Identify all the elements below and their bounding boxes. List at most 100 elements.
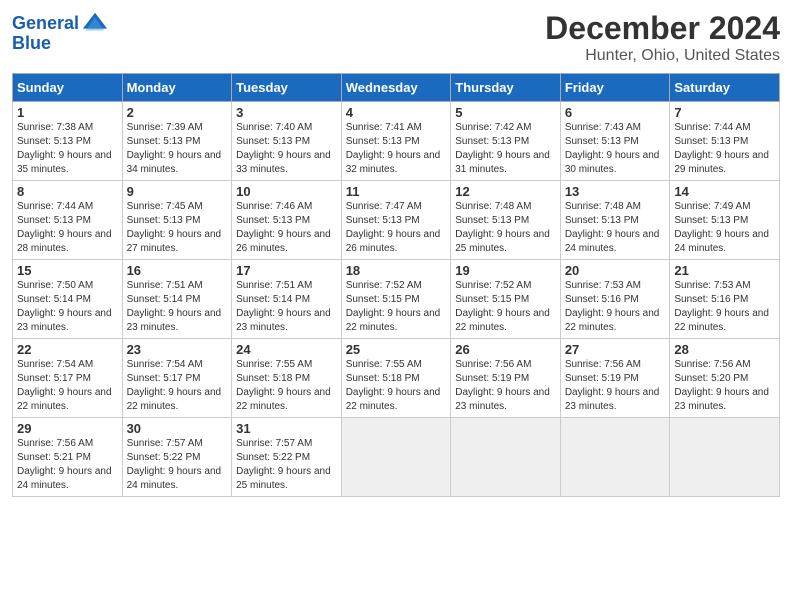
- day-info: Sunrise: 7:48 AM Sunset: 5:13 PM Dayligh…: [565, 200, 666, 256]
- day-number: 24: [236, 342, 337, 357]
- day-number: 4: [346, 105, 447, 120]
- calendar-day: [670, 418, 780, 497]
- calendar-day: 3 Sunrise: 7:40 AM Sunset: 5:13 PM Dayli…: [232, 102, 342, 181]
- day-info: Sunrise: 7:48 AM Sunset: 5:13 PM Dayligh…: [455, 200, 556, 256]
- calendar-day: 1 Sunrise: 7:38 AM Sunset: 5:13 PM Dayli…: [13, 102, 123, 181]
- day-info: Sunrise: 7:55 AM Sunset: 5:18 PM Dayligh…: [236, 358, 337, 414]
- day-info: Sunrise: 7:50 AM Sunset: 5:14 PM Dayligh…: [17, 279, 118, 335]
- day-info: Sunrise: 7:54 AM Sunset: 5:17 PM Dayligh…: [127, 358, 228, 414]
- day-number: 15: [17, 263, 118, 278]
- calendar-day: 12 Sunrise: 7:48 AM Sunset: 5:13 PM Dayl…: [451, 181, 561, 260]
- header-friday: Friday: [560, 74, 670, 102]
- calendar-week-row: 29 Sunrise: 7:56 AM Sunset: 5:21 PM Dayl…: [13, 418, 780, 497]
- logo: General Blue: [12, 10, 109, 54]
- day-number: 26: [455, 342, 556, 357]
- day-info: Sunrise: 7:56 AM Sunset: 5:21 PM Dayligh…: [17, 437, 118, 493]
- day-number: 11: [346, 184, 447, 199]
- calendar-day: 20 Sunrise: 7:53 AM Sunset: 5:16 PM Dayl…: [560, 260, 670, 339]
- calendar-day: 19 Sunrise: 7:52 AM Sunset: 5:15 PM Dayl…: [451, 260, 561, 339]
- calendar-day: 10 Sunrise: 7:46 AM Sunset: 5:13 PM Dayl…: [232, 181, 342, 260]
- month-title: December 2024: [545, 10, 780, 47]
- calendar-day: 31 Sunrise: 7:57 AM Sunset: 5:22 PM Dayl…: [232, 418, 342, 497]
- day-info: Sunrise: 7:42 AM Sunset: 5:13 PM Dayligh…: [455, 121, 556, 177]
- day-number: 30: [127, 421, 228, 436]
- calendar-day: 11 Sunrise: 7:47 AM Sunset: 5:13 PM Dayl…: [341, 181, 451, 260]
- calendar-day: 26 Sunrise: 7:56 AM Sunset: 5:19 PM Dayl…: [451, 339, 561, 418]
- calendar-day: 14 Sunrise: 7:49 AM Sunset: 5:13 PM Dayl…: [670, 181, 780, 260]
- header-tuesday: Tuesday: [232, 74, 342, 102]
- day-number: 7: [674, 105, 775, 120]
- day-info: Sunrise: 7:56 AM Sunset: 5:19 PM Dayligh…: [455, 358, 556, 414]
- title-block: December 2024 Hunter, Ohio, United State…: [545, 10, 780, 65]
- calendar-table: Sunday Monday Tuesday Wednesday Thursday…: [12, 73, 780, 497]
- calendar-day: 28 Sunrise: 7:56 AM Sunset: 5:20 PM Dayl…: [670, 339, 780, 418]
- day-info: Sunrise: 7:56 AM Sunset: 5:19 PM Dayligh…: [565, 358, 666, 414]
- calendar-day: 4 Sunrise: 7:41 AM Sunset: 5:13 PM Dayli…: [341, 102, 451, 181]
- header-wednesday: Wednesday: [341, 74, 451, 102]
- calendar-day: 15 Sunrise: 7:50 AM Sunset: 5:14 PM Dayl…: [13, 260, 123, 339]
- day-number: 28: [674, 342, 775, 357]
- calendar-week-row: 15 Sunrise: 7:50 AM Sunset: 5:14 PM Dayl…: [13, 260, 780, 339]
- calendar-day: 8 Sunrise: 7:44 AM Sunset: 5:13 PM Dayli…: [13, 181, 123, 260]
- day-number: 20: [565, 263, 666, 278]
- calendar-day: 24 Sunrise: 7:55 AM Sunset: 5:18 PM Dayl…: [232, 339, 342, 418]
- location-title: Hunter, Ohio, United States: [545, 47, 780, 65]
- header: General Blue December 2024 Hunter, Ohio,…: [12, 10, 780, 65]
- day-info: Sunrise: 7:39 AM Sunset: 5:13 PM Dayligh…: [127, 121, 228, 177]
- day-number: 19: [455, 263, 556, 278]
- logo-text: General: [12, 14, 79, 34]
- day-number: 9: [127, 184, 228, 199]
- calendar-day: 21 Sunrise: 7:53 AM Sunset: 5:16 PM Dayl…: [670, 260, 780, 339]
- day-info: Sunrise: 7:38 AM Sunset: 5:13 PM Dayligh…: [17, 121, 118, 177]
- calendar-day: 2 Sunrise: 7:39 AM Sunset: 5:13 PM Dayli…: [122, 102, 232, 181]
- calendar-day: 7 Sunrise: 7:44 AM Sunset: 5:13 PM Dayli…: [670, 102, 780, 181]
- calendar-day: 6 Sunrise: 7:43 AM Sunset: 5:13 PM Dayli…: [560, 102, 670, 181]
- calendar-day: [341, 418, 451, 497]
- day-number: 6: [565, 105, 666, 120]
- day-info: Sunrise: 7:46 AM Sunset: 5:13 PM Dayligh…: [236, 200, 337, 256]
- day-info: Sunrise: 7:52 AM Sunset: 5:15 PM Dayligh…: [346, 279, 447, 335]
- day-info: Sunrise: 7:41 AM Sunset: 5:13 PM Dayligh…: [346, 121, 447, 177]
- day-number: 21: [674, 263, 775, 278]
- day-number: 17: [236, 263, 337, 278]
- calendar-day: 22 Sunrise: 7:54 AM Sunset: 5:17 PM Dayl…: [13, 339, 123, 418]
- day-info: Sunrise: 7:49 AM Sunset: 5:13 PM Dayligh…: [674, 200, 775, 256]
- day-number: 8: [17, 184, 118, 199]
- calendar-day: 27 Sunrise: 7:56 AM Sunset: 5:19 PM Dayl…: [560, 339, 670, 418]
- calendar-header-row: Sunday Monday Tuesday Wednesday Thursday…: [13, 74, 780, 102]
- day-number: 13: [565, 184, 666, 199]
- header-thursday: Thursday: [451, 74, 561, 102]
- day-number: 16: [127, 263, 228, 278]
- day-number: 10: [236, 184, 337, 199]
- day-number: 5: [455, 105, 556, 120]
- day-number: 22: [17, 342, 118, 357]
- calendar-week-row: 8 Sunrise: 7:44 AM Sunset: 5:13 PM Dayli…: [13, 181, 780, 260]
- calendar-day: 13 Sunrise: 7:48 AM Sunset: 5:13 PM Dayl…: [560, 181, 670, 260]
- day-info: Sunrise: 7:51 AM Sunset: 5:14 PM Dayligh…: [236, 279, 337, 335]
- day-number: 3: [236, 105, 337, 120]
- day-number: 18: [346, 263, 447, 278]
- calendar-day: 18 Sunrise: 7:52 AM Sunset: 5:15 PM Dayl…: [341, 260, 451, 339]
- day-info: Sunrise: 7:56 AM Sunset: 5:20 PM Dayligh…: [674, 358, 775, 414]
- calendar-day: [560, 418, 670, 497]
- day-number: 2: [127, 105, 228, 120]
- day-number: 29: [17, 421, 118, 436]
- day-info: Sunrise: 7:47 AM Sunset: 5:13 PM Dayligh…: [346, 200, 447, 256]
- day-number: 31: [236, 421, 337, 436]
- header-sunday: Sunday: [13, 74, 123, 102]
- calendar-day: 23 Sunrise: 7:54 AM Sunset: 5:17 PM Dayl…: [122, 339, 232, 418]
- day-number: 1: [17, 105, 118, 120]
- calendar-day: 9 Sunrise: 7:45 AM Sunset: 5:13 PM Dayli…: [122, 181, 232, 260]
- day-info: Sunrise: 7:53 AM Sunset: 5:16 PM Dayligh…: [674, 279, 775, 335]
- calendar-container: General Blue December 2024 Hunter, Ohio,…: [0, 0, 792, 507]
- day-info: Sunrise: 7:55 AM Sunset: 5:18 PM Dayligh…: [346, 358, 447, 414]
- day-info: Sunrise: 7:45 AM Sunset: 5:13 PM Dayligh…: [127, 200, 228, 256]
- day-number: 27: [565, 342, 666, 357]
- day-number: 12: [455, 184, 556, 199]
- calendar-day: 25 Sunrise: 7:55 AM Sunset: 5:18 PM Dayl…: [341, 339, 451, 418]
- header-saturday: Saturday: [670, 74, 780, 102]
- day-info: Sunrise: 7:54 AM Sunset: 5:17 PM Dayligh…: [17, 358, 118, 414]
- day-info: Sunrise: 7:51 AM Sunset: 5:14 PM Dayligh…: [127, 279, 228, 335]
- day-info: Sunrise: 7:57 AM Sunset: 5:22 PM Dayligh…: [127, 437, 228, 493]
- calendar-day: 17 Sunrise: 7:51 AM Sunset: 5:14 PM Dayl…: [232, 260, 342, 339]
